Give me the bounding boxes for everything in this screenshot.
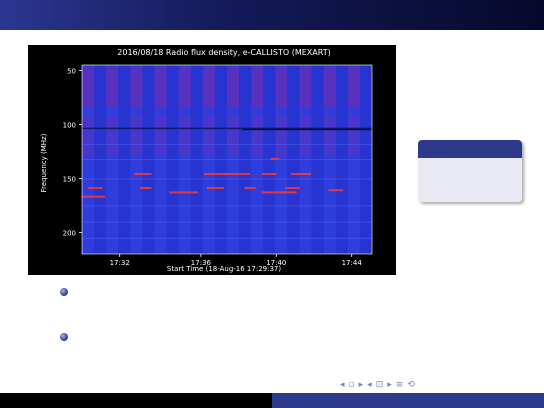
noise-band: [106, 67, 119, 107]
y-axis-ticks: 50 100 150 200: [63, 67, 82, 237]
theorem-block: [418, 140, 522, 202]
block-body: [418, 158, 522, 202]
noise-band: [299, 67, 312, 107]
chart-title: 2016/08/18 Radio flux density, e-CALLIST…: [117, 48, 330, 57]
align-icon[interactable]: ≡: [396, 380, 404, 390]
interference-line: [242, 128, 372, 131]
noise-streak: [82, 221, 372, 223]
footer-right: [272, 393, 544, 408]
noise-band: [178, 67, 191, 107]
emission-segment: [328, 189, 343, 192]
block-title: [418, 140, 522, 158]
spectrogram-figure: 2016/08/18 Radio flux density, e-CALLIST…: [28, 45, 396, 275]
search-icon[interactable]: ⟲: [407, 380, 415, 390]
noise-band: [154, 115, 167, 155]
emission-segment: [244, 187, 256, 190]
footer-left: [0, 393, 272, 408]
y-tick-label: 150: [63, 175, 76, 183]
noise-band: [275, 67, 288, 107]
subsection-next-icon[interactable]: ◂: [367, 380, 372, 390]
noise-streak: [82, 178, 372, 180]
section-next-icon[interactable]: ▸: [387, 380, 392, 390]
spectrogram-chart: 2016/08/18 Radio flux density, e-CALLIST…: [40, 48, 373, 273]
bullet-item-2: [60, 333, 68, 341]
emission-segment: [169, 191, 198, 194]
noise-streak: [82, 143, 372, 145]
y-axis-label: Frequency (MHz): [40, 133, 48, 192]
noise-streak: [82, 237, 372, 239]
noise-band: [275, 115, 288, 155]
emission-segment: [290, 173, 312, 175]
emission-segment: [87, 187, 103, 190]
noise-band: [178, 115, 191, 155]
noise-band: [227, 67, 240, 107]
emission-segment: [140, 187, 152, 190]
x-tick-label: 17:40: [266, 259, 286, 267]
emission-segment: [285, 187, 300, 190]
noise-streak: [82, 205, 372, 207]
noise-band: [323, 67, 336, 107]
emission-segment: [203, 173, 251, 175]
section-prev-icon[interactable]: ⊡: [376, 380, 384, 390]
noise-band: [154, 67, 167, 107]
plot-area: [81, 64, 373, 255]
noise-band: [106, 115, 119, 155]
noise-band: [82, 115, 95, 155]
bullet-item-1: [60, 288, 68, 296]
x-tick-label: 17:36: [191, 259, 212, 267]
emission-segment: [261, 191, 297, 194]
frame-prev-icon[interactable]: ◂: [340, 380, 345, 390]
emission-segment: [82, 195, 106, 198]
noise-band: [130, 115, 143, 155]
subsection-prev-icon[interactable]: ▸: [359, 380, 364, 390]
noise-band: [251, 67, 264, 107]
noise-band: [82, 67, 95, 107]
noise-band: [202, 67, 215, 107]
y-tick-label: 100: [63, 121, 76, 129]
emission-segment: [134, 173, 152, 175]
noise-band: [299, 115, 312, 155]
noise-band: [202, 115, 215, 155]
noise-band: [323, 115, 336, 155]
noise-streak: [82, 158, 372, 160]
frame-next-icon[interactable]: ▫: [349, 380, 355, 390]
slide-title-bar: [0, 0, 544, 30]
emission-segment: [206, 187, 225, 190]
noise-band: [347, 115, 360, 155]
y-tick-label: 50: [67, 67, 76, 75]
x-axis-label: Start Time (18-Aug-16 17:29:37): [167, 265, 281, 273]
noise-band: [251, 115, 264, 155]
y-tick-label: 200: [63, 229, 76, 237]
emission-segment: [261, 173, 277, 175]
noise-band: [130, 67, 143, 107]
noise-band: [347, 67, 360, 107]
x-tick-label: 17:32: [110, 259, 130, 267]
x-tick-label: 17:44: [342, 259, 363, 267]
noise-band: [227, 115, 240, 155]
beamer-navigation: ◂ ▫ ▸ ◂ ⊡ ▸ ≡ ⟲: [340, 378, 415, 392]
